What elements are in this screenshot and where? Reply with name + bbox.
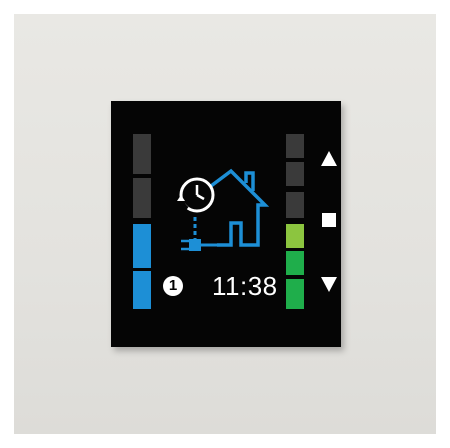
right-segment-1 bbox=[286, 134, 304, 158]
clock-time: 11:38 bbox=[212, 271, 278, 301]
mode-number-badge: 1 bbox=[163, 276, 183, 296]
right-segment-3 bbox=[286, 192, 304, 218]
stop-square-icon[interactable] bbox=[322, 213, 336, 227]
arrow-down-icon[interactable] bbox=[321, 277, 337, 292]
right-segment-2 bbox=[286, 162, 304, 186]
right-segment-5 bbox=[286, 251, 304, 275]
house-schedule-plug-icon bbox=[177, 168, 270, 251]
right-segment-6 bbox=[286, 279, 304, 309]
control-panel: 1 11:38 bbox=[111, 101, 341, 347]
right-segment-4 bbox=[286, 224, 304, 248]
left-segment-3 bbox=[133, 224, 151, 268]
left-segment-4 bbox=[133, 271, 151, 309]
arrow-up-icon[interactable] bbox=[321, 151, 337, 166]
left-segment-2 bbox=[133, 178, 151, 218]
left-segment-1 bbox=[133, 134, 151, 174]
